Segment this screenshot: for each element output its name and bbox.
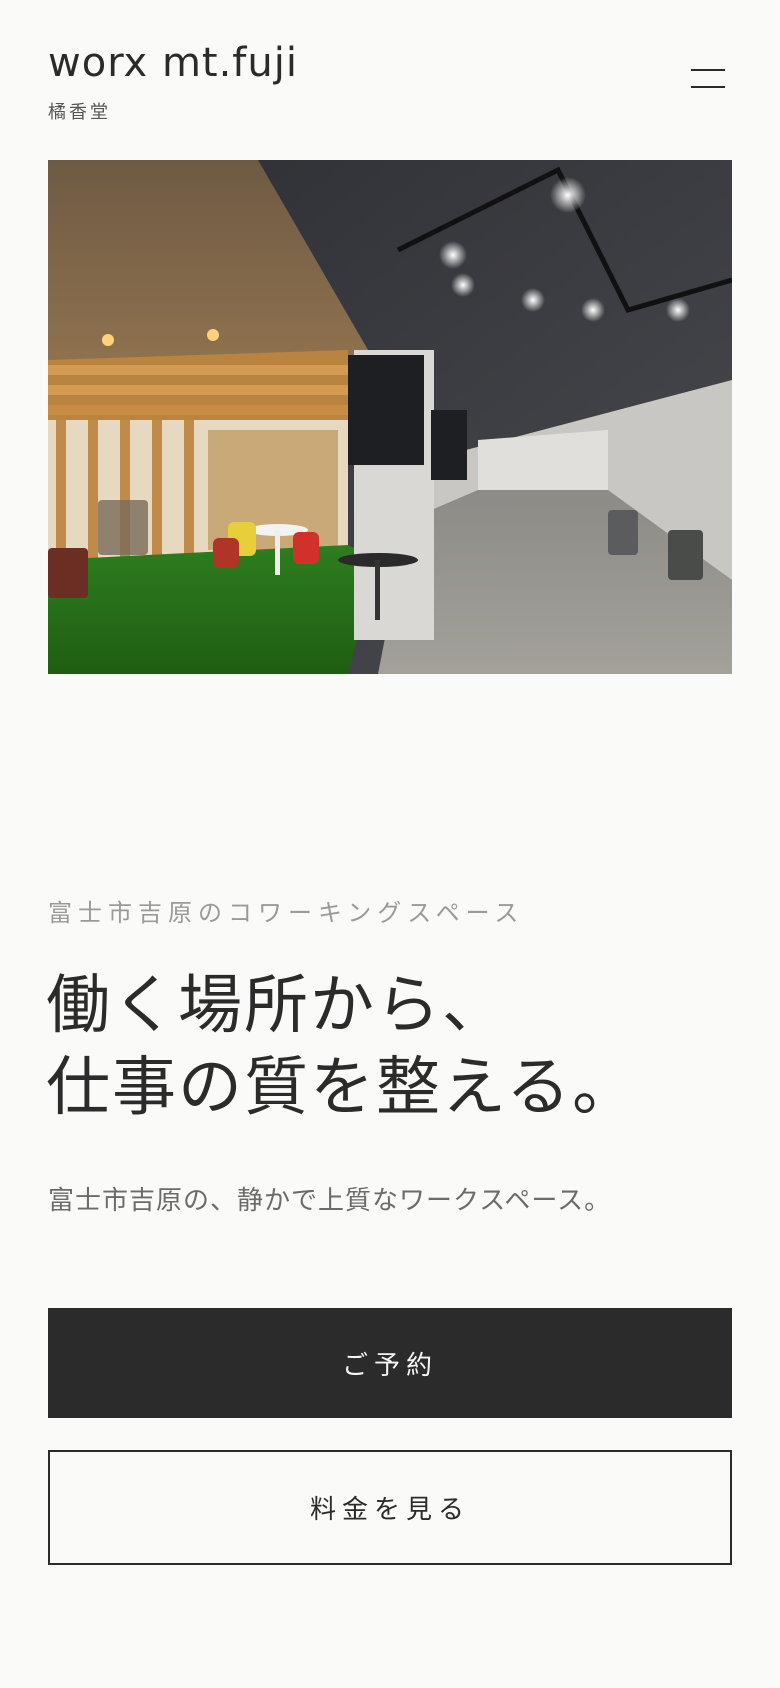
hamburger-menu-icon-line	[691, 86, 725, 88]
headline: 働く場所から、 仕事の質を整える。	[46, 965, 746, 1129]
site-header: worx mt.fuji 橘香堂	[48, 40, 298, 124]
subcopy: 富士市吉原の、静かで上質なワークスペース。	[48, 1186, 612, 1216]
headline-line-1: 働く場所から、	[46, 969, 508, 1043]
page: worx mt.fuji 橘香堂 富士市吉原のコワーキングスペース 働く場所から…	[0, 0, 780, 1688]
hero-photo	[48, 160, 732, 674]
eyebrow-text: 富士市吉原のコワーキングスペース	[48, 899, 525, 927]
view-pricing-button[interactable]: 料金を見る	[48, 1450, 732, 1565]
reserve-button[interactable]: ご予約	[48, 1308, 732, 1418]
brand-name[interactable]: worx mt.fuji	[48, 40, 298, 86]
menu-button[interactable]	[686, 64, 728, 94]
headline-line-2: 仕事の質を整える。	[46, 1051, 639, 1125]
hamburger-menu-icon	[691, 69, 725, 71]
brand-subtitle: 橘香堂	[48, 102, 111, 123]
